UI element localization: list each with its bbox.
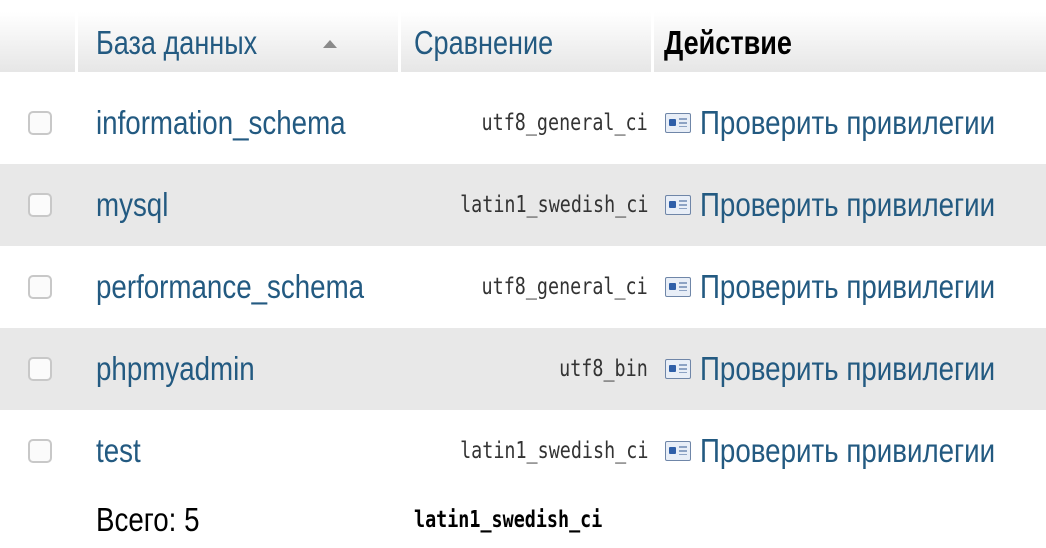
column-header-collation[interactable]: Сравнение bbox=[414, 24, 553, 62]
table-footer: Всего: 5 latin1_swedish_ci bbox=[0, 492, 1046, 548]
table-header: База данных Сравнение Действие bbox=[0, 0, 1046, 82]
database-name-link[interactable]: mysql bbox=[96, 186, 168, 224]
column-header-action: Действие bbox=[664, 24, 792, 61]
row-checkbox[interactable] bbox=[28, 275, 52, 299]
database-name-link[interactable]: performance_schema bbox=[96, 268, 364, 306]
table-row: performance_schema utf8_general_ci Прове… bbox=[0, 246, 1046, 328]
column-header-database[interactable]: База данных bbox=[96, 24, 257, 62]
check-privileges-link[interactable]: Проверить привилегии bbox=[700, 432, 995, 470]
database-name-link[interactable]: phpmyadmin bbox=[96, 350, 255, 388]
privileges-icon[interactable] bbox=[665, 277, 691, 297]
collation-value: utf8_bin bbox=[559, 356, 648, 382]
sort-ascending-icon[interactable] bbox=[323, 40, 337, 48]
table-row: phpmyadmin utf8_bin Проверить привилегии bbox=[0, 328, 1046, 410]
check-privileges-link[interactable]: Проверить привилегии bbox=[700, 186, 995, 224]
check-privileges-link[interactable]: Проверить привилегии bbox=[700, 350, 995, 388]
collation-value: latin1_swedish_ci bbox=[459, 438, 648, 464]
privileges-icon[interactable] bbox=[665, 113, 691, 133]
check-privileges-link[interactable]: Проверить привилегии bbox=[700, 104, 995, 142]
table-row: mysql latin1_swedish_ci Проверить привил… bbox=[0, 164, 1046, 246]
collation-value: utf8_general_ci bbox=[481, 274, 648, 300]
header-checkbox-cell bbox=[0, 12, 75, 72]
row-checkbox[interactable] bbox=[28, 439, 52, 463]
total-count: Всего: 5 bbox=[96, 501, 200, 538]
privileges-icon[interactable] bbox=[665, 359, 691, 379]
total-collation: latin1_swedish_ci bbox=[414, 507, 603, 533]
row-checkbox[interactable] bbox=[28, 357, 52, 381]
privileges-icon[interactable] bbox=[665, 441, 691, 461]
table-row: information_schema utf8_general_ci Прове… bbox=[0, 82, 1046, 164]
row-checkbox[interactable] bbox=[28, 111, 52, 135]
table-row: test latin1_swedish_ci Проверить привиле… bbox=[0, 410, 1046, 492]
database-table: База данных Сравнение Действие informati… bbox=[0, 0, 1046, 548]
collation-value: utf8_general_ci bbox=[481, 110, 648, 136]
privileges-icon[interactable] bbox=[665, 195, 691, 215]
row-checkbox[interactable] bbox=[28, 193, 52, 217]
collation-value: latin1_swedish_ci bbox=[459, 192, 648, 218]
database-name-link[interactable]: test bbox=[96, 432, 141, 470]
check-privileges-link[interactable]: Проверить привилегии bbox=[700, 268, 995, 306]
database-name-link[interactable]: information_schema bbox=[96, 104, 346, 142]
